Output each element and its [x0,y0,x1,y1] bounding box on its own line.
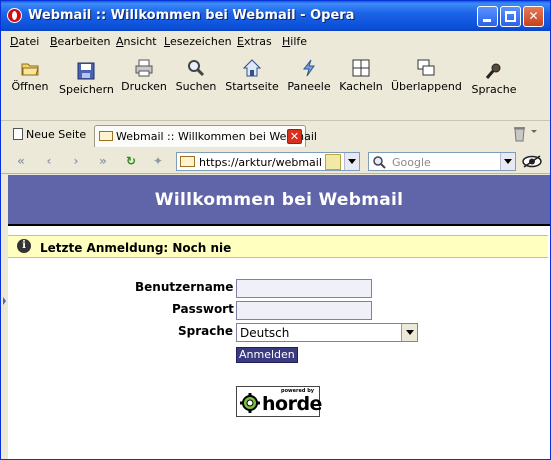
tile-icon [352,59,370,77]
print-button[interactable]: Drucken [121,51,167,113]
panel-toggle[interactable] [1,175,8,459]
panels-button[interactable]: Paneele [286,51,332,113]
main-toolbar: Öffnen Speichern Drucken Suchen Startsei… [1,51,550,121]
lock-icon[interactable] [325,154,341,170]
menu-extras[interactable]: Extras [237,35,272,48]
horde-gear-icon [240,393,260,413]
maximize-button[interactable] [500,6,521,27]
maximize-icon [505,11,516,22]
menu-bar: Datei Bearbeiten Ansicht Lesezeichen Ext… [1,31,550,51]
document-icon [13,128,23,140]
login-button[interactable]: Anmelden [236,347,298,363]
tab-webmail[interactable]: Webmail :: Willkommen bei Webmail ✕ [94,125,317,147]
site-mail-icon [180,156,195,167]
close-tab-icon[interactable]: ✕ [287,129,302,144]
password-label: Passwort [172,302,234,316]
menu-hilfe[interactable]: Hilfe [282,35,307,48]
close-icon: ✕ [528,9,539,23]
cascade-button[interactable]: Überlappend [391,51,462,113]
search-engine-icon [372,155,386,169]
voice-button[interactable]: Sprache [469,54,519,116]
minimize-button[interactable] [477,6,498,27]
minimize-icon [483,19,491,22]
opera-icon [7,8,22,23]
fast-forward-icon[interactable]: » [95,154,111,169]
forward-icon[interactable]: › [68,154,84,169]
new-tab-button[interactable]: Neue Seite [13,128,86,150]
username-label: Benutzername [135,280,234,294]
cascade-icon [417,59,435,77]
printer-icon [135,59,153,77]
page-title: Willkommen bei Webmail [154,190,404,210]
info-icon: i [17,239,31,253]
tile-button[interactable]: Kacheln [338,51,384,113]
trash-dropdown-icon[interactable] [531,130,537,133]
search-field[interactable]: Google [368,152,516,171]
menu-datei[interactable]: Datei [10,35,39,48]
window-title: Webmail :: Willkommen bei Webmail - Oper… [28,8,355,23]
menu-lesezeichen[interactable]: Lesezeichen [164,35,232,48]
home-button[interactable]: Startseite [225,51,279,113]
browser-window: Webmail :: Willkommen bei Webmail - Oper… [0,0,551,460]
last-login-notice: i Letzte Anmeldung: Noch nie [8,235,548,258]
rewind-icon[interactable]: « [13,154,29,169]
language-select[interactable]: Deutsch [236,323,418,342]
horde-logo[interactable]: powered by horde [236,386,322,417]
tab-bar: Neue Seite Webmail :: Willkommen bei Web… [1,121,550,149]
voice-icon [485,62,503,80]
reload-icon[interactable]: ↻ [123,154,139,169]
url-field[interactable]: https://arktur/webmail [176,152,360,171]
url-text: https://arktur/webmail [199,156,322,169]
trash-icon[interactable] [513,125,526,142]
panels-icon [300,59,318,77]
language-label: Sprache [178,324,234,338]
menu-bearbeiten[interactable]: Bearbeiten [50,35,110,48]
address-bar: « ‹ › » ↻ ✦ https://arktur/webmail Googl… [1,149,550,174]
home-icon [242,59,262,77]
search-dropdown-icon[interactable] [500,153,515,170]
page-content: Willkommen bei Webmail i Letzte Anmeldun… [8,175,550,459]
save-icon [77,62,95,80]
open-button[interactable]: Öffnen [7,51,53,113]
mail-icon [99,131,113,141]
title-bar[interactable]: Webmail :: Willkommen bei Webmail - Oper… [1,1,550,31]
back-icon[interactable]: ‹ [41,154,57,169]
close-window-button[interactable]: ✕ [523,6,544,27]
url-dropdown-icon[interactable] [344,153,359,170]
page-banner: Willkommen bei Webmail [8,175,550,226]
chevron-down-icon[interactable] [401,324,417,341]
save-button[interactable]: Speichern [59,54,114,116]
username-input[interactable] [236,279,372,298]
wand-icon[interactable]: ✦ [150,154,166,169]
menu-ansicht[interactable]: Ansicht [116,35,157,48]
search-button[interactable]: Suchen [173,51,219,113]
folder-open-icon [21,59,39,77]
search-icon [187,59,205,77]
password-input[interactable] [236,301,372,320]
eye-icon[interactable] [522,155,542,168]
